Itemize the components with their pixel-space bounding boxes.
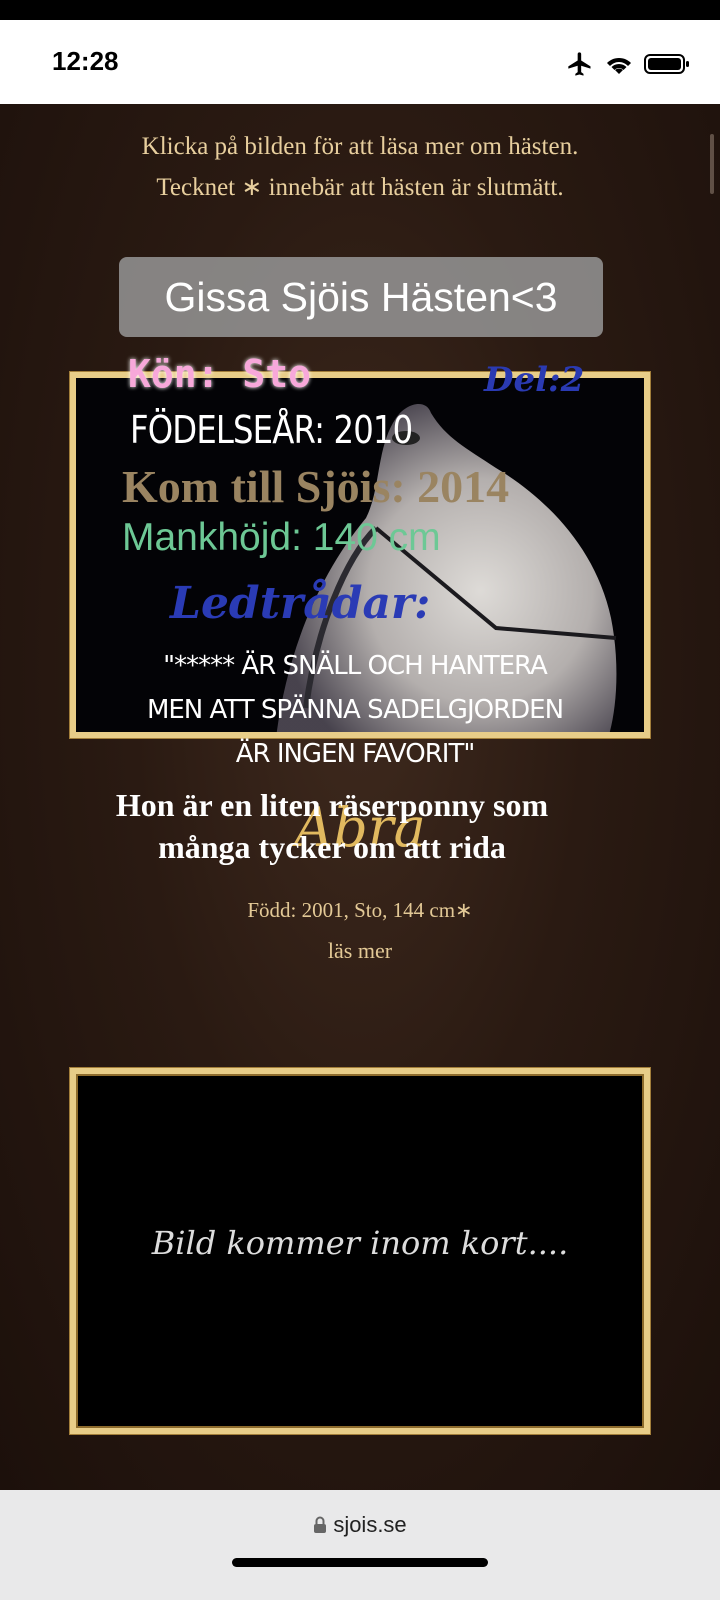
status-icons: [566, 50, 690, 78]
top-edge: [0, 0, 720, 20]
part-label: Del:2: [484, 360, 585, 400]
horse-description: Hon är en liten räserponny som många tyc…: [115, 787, 549, 865]
battery-icon: [644, 54, 689, 74]
horse-born-info: Född: 2001, Sto, 144 cm∗: [247, 898, 473, 922]
url-display[interactable]: sjois.se: [0, 1512, 720, 1538]
gender-label: Kön: Sto: [128, 352, 312, 396]
guess-horse-banner: Gissa Sjöis Hästen<3: [119, 257, 603, 337]
clues-heading: Ledtrådar:: [170, 578, 431, 629]
intro-line-1: Klicka på bilden för att läsa mer om häs…: [141, 133, 579, 160]
height-label: Mankhöjd: 140 cm: [122, 516, 441, 559]
coming-soon-text: Bild kommer inom kort....: [151, 1224, 569, 1262]
clue-quote: "***** ÄR SNÄLL OCH HANTERA MEN ATT SPÄN…: [146, 651, 564, 769]
web-page[interactable]: Klicka på bilden för att läsa mer om häs…: [0, 104, 720, 1490]
wifi-icon: [607, 58, 631, 74]
home-indicator[interactable]: [232, 1558, 488, 1567]
intro-line-2: Tecknet ∗ innebär att hästen är slutmätt…: [156, 174, 564, 201]
status-bar: 12:28: [0, 20, 720, 104]
url-text: sjois.se: [333, 1512, 407, 1537]
airplane-icon: [568, 52, 591, 76]
lock-icon: [314, 1516, 327, 1533]
status-time: 12:28: [52, 46, 119, 76]
intro-text: Klicka på bilden för att läsa mer om häs…: [0, 126, 720, 208]
arrived-label: Kom till Sjöis: 2014: [122, 461, 510, 512]
birth-year-label: FÖDELSEÅR: 2010: [130, 408, 413, 452]
read-more-link[interactable]: läs mer: [0, 938, 720, 964]
browser-address-bar[interactable]: sjois.se: [0, 1490, 720, 1600]
second-horse-card[interactable]: Bild kommer inom kort....: [70, 1068, 650, 1434]
